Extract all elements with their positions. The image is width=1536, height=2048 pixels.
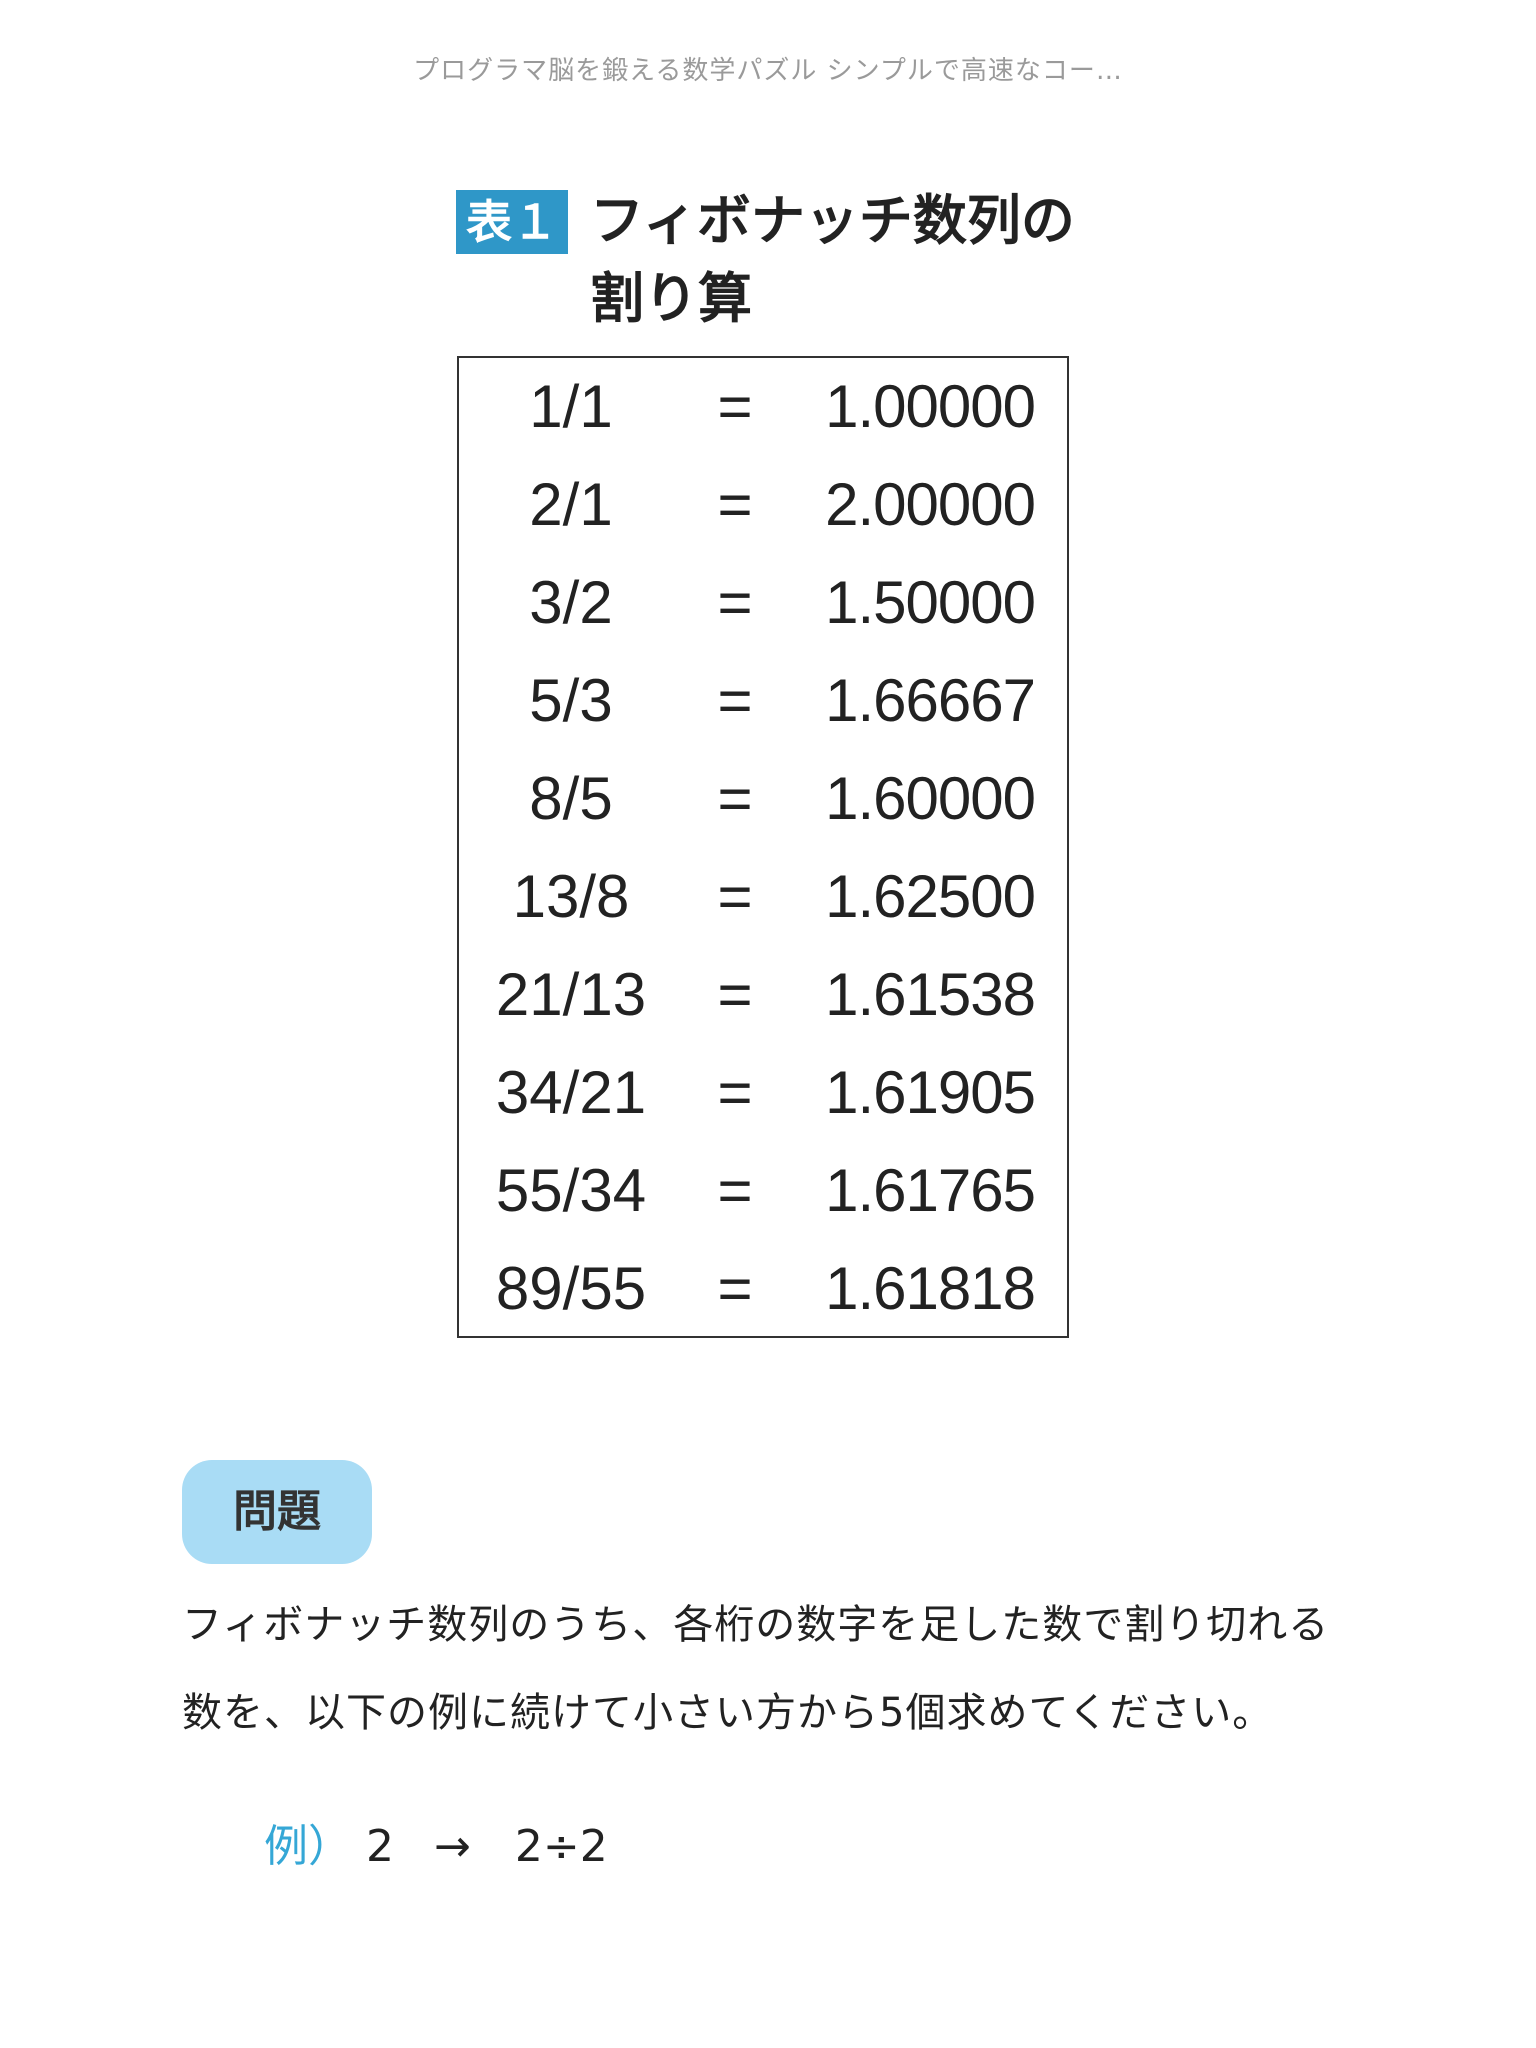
fraction-cell: 8/5 xyxy=(529,765,613,832)
fraction-cell: 55/34 xyxy=(495,1157,647,1224)
fraction-cell: 2/1 xyxy=(529,471,613,538)
fraction-cell: 5/3 xyxy=(529,667,613,734)
equals-cell: = xyxy=(717,667,753,734)
table-row: 34/21 = 1.61905 xyxy=(459,1044,1067,1142)
table-row: 5/3 = 1.66667 xyxy=(459,652,1067,750)
book-title: プログラマ脳を鍛える数学パズル シンプルで高速なコー… xyxy=(413,56,1123,86)
value-cell: 1.61538 xyxy=(825,961,1036,1028)
equals-cell: = xyxy=(717,373,753,440)
table-title-line1: フィボナッチ数列の xyxy=(590,189,1075,252)
table-row: 2/1 = 2.00000 xyxy=(459,456,1067,554)
value-cell: 1.50000 xyxy=(825,569,1036,636)
equals-cell: = xyxy=(717,1255,753,1322)
example-label: 例） xyxy=(264,1821,352,1872)
value-cell: 1.60000 xyxy=(825,765,1036,832)
fraction-cell: 34/21 xyxy=(495,1059,647,1126)
value-cell: 2.00000 xyxy=(825,471,1036,538)
table-row: 1/1 = 1.00000 xyxy=(459,358,1067,456)
value-cell: 1.61818 xyxy=(825,1255,1036,1322)
problem-text-line2: 数を、以下の例に続けて小さい方から5個求めてください。 xyxy=(182,1690,1274,1736)
value-cell: 1.61905 xyxy=(825,1059,1036,1126)
example-expression: 2÷2 xyxy=(514,1821,608,1872)
example-line: 例） 2 → 2÷2 xyxy=(264,1810,608,1874)
value-cell: 1.62500 xyxy=(825,863,1036,930)
equals-cell: = xyxy=(717,1157,753,1224)
example-number: 2 xyxy=(366,1821,394,1872)
fibonacci-ratio-table: 1/1 = 1.00000 2/1 = 2.00000 3/2 = 1.5000… xyxy=(457,356,1069,1338)
table-number-badge: 表１ xyxy=(456,190,568,254)
equals-cell: = xyxy=(717,961,753,1028)
table-row: 3/2 = 1.50000 xyxy=(459,554,1067,652)
table-row: 55/34 = 1.61765 xyxy=(459,1142,1067,1240)
equals-cell: = xyxy=(717,569,753,636)
arrow-icon: → xyxy=(434,1821,471,1872)
table-row: 21/13 = 1.61538 xyxy=(459,946,1067,1044)
table-row: 89/55 = 1.61818 xyxy=(459,1240,1067,1338)
fraction-cell: 3/2 xyxy=(529,569,613,636)
value-cell: 1.00000 xyxy=(825,373,1036,440)
fraction-cell: 13/8 xyxy=(512,863,630,930)
table-row: 13/8 = 1.62500 xyxy=(459,848,1067,946)
fraction-cell: 1/1 xyxy=(529,373,613,440)
fraction-cell: 89/55 xyxy=(495,1255,647,1322)
equals-cell: = xyxy=(717,765,753,832)
value-cell: 1.61765 xyxy=(825,1157,1036,1224)
fraction-cell: 21/13 xyxy=(495,961,647,1028)
equals-cell: = xyxy=(717,863,753,930)
equals-cell: = xyxy=(717,1059,753,1126)
problem-badge: 問題 xyxy=(182,1460,372,1564)
equals-cell: = xyxy=(717,471,753,538)
table-title-line2: 割り算 xyxy=(590,267,752,330)
value-cell: 1.66667 xyxy=(825,667,1036,734)
table-row: 8/5 = 1.60000 xyxy=(459,750,1067,848)
problem-text-line1: フィボナッチ数列のうち、各桁の数字を足した数で割り切れる xyxy=(182,1602,1330,1648)
